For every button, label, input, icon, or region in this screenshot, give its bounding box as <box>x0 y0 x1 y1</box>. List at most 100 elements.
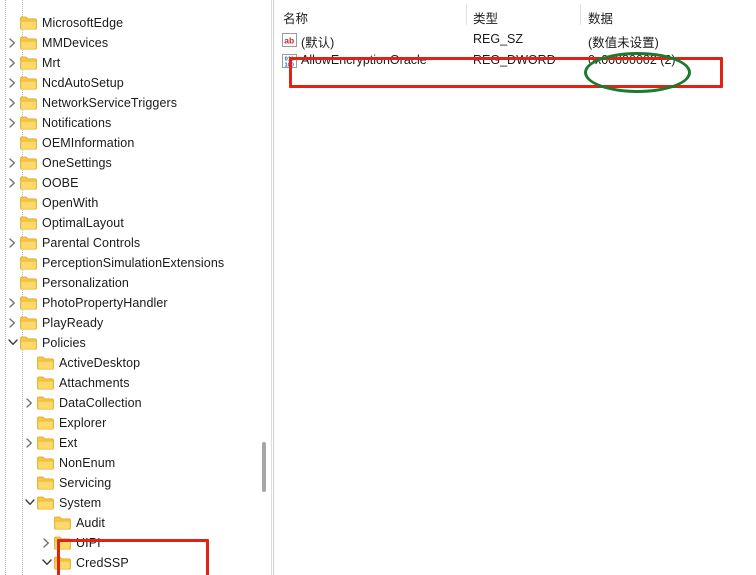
tree-node-audit[interactable]: Audit <box>0 513 258 533</box>
folder-icon <box>20 336 37 350</box>
chevron-right-icon[interactable] <box>6 33 20 53</box>
tree-node-datacollection[interactable]: DataCollection <box>0 393 258 413</box>
tree-node-label: DataCollection <box>59 396 142 410</box>
column-divider[interactable] <box>466 4 467 25</box>
chevron-right-icon[interactable] <box>6 73 20 93</box>
cell-type: REG_DWORD <box>473 53 556 67</box>
tree-node-onesettings[interactable]: OneSettings <box>0 153 258 173</box>
folder-icon <box>54 516 71 530</box>
tree-node-oeminformation[interactable]: OEMInformation <box>0 133 258 153</box>
tree-node-mmdevices[interactable]: MMDevices <box>0 33 258 53</box>
tree-node-photopropertyhandler[interactable]: PhotoPropertyHandler <box>0 293 258 313</box>
cell-name: (默认) <box>301 36 335 50</box>
tree-node-openwith[interactable]: OpenWith <box>0 193 258 213</box>
tree-node-system[interactable]: System <box>0 493 258 513</box>
tree-node-spacer <box>6 273 20 293</box>
dword-value-icon: 011 100 <box>282 54 297 68</box>
table-row[interactable]: 011 100 AllowEncryptionOracle REG_DWORD 0x00… <box>275 51 756 72</box>
chevron-right-icon[interactable] <box>6 113 20 133</box>
tree-node-uipi[interactable]: UIPI <box>0 533 258 553</box>
folder-icon <box>20 216 37 230</box>
tree-node-attachments[interactable]: Attachments <box>0 373 258 393</box>
tree-node-activedesktop[interactable]: ActiveDesktop <box>0 353 258 373</box>
folder-icon <box>20 116 37 130</box>
chevron-down-icon[interactable] <box>23 493 37 513</box>
tree-node-notifications[interactable]: Notifications <box>0 113 258 133</box>
chevron-right-icon[interactable] <box>6 233 20 253</box>
tree-node-label: Attachments <box>59 376 130 390</box>
chevron-right-icon[interactable] <box>6 53 20 73</box>
column-header-data[interactable]: 数据 <box>588 8 613 27</box>
folder-icon <box>20 56 37 70</box>
tree-node-label: Audit <box>76 516 105 530</box>
tree-node-oobe[interactable]: OOBE <box>0 173 258 193</box>
folder-icon <box>20 76 37 90</box>
chevron-right-icon[interactable] <box>6 93 20 113</box>
chevron-down-icon[interactable] <box>6 333 20 353</box>
tree-node-credssp[interactable]: CredSSP <box>0 553 258 573</box>
tree-node-label: ActiveDesktop <box>59 356 141 370</box>
tree-node-label: Notifications <box>42 116 112 130</box>
tree-node-personalization[interactable]: Personalization <box>0 273 258 293</box>
tree-node-spacer <box>6 13 20 33</box>
cell-type: REG_SZ <box>473 32 524 46</box>
tree-node-policies[interactable]: Policies <box>0 333 258 353</box>
tree-node-label: UIPI <box>76 536 101 550</box>
tree-node-label: NetworkServiceTriggers <box>42 96 178 110</box>
tree-node-spacer <box>40 513 54 533</box>
tree-node-label: Ext <box>59 436 78 450</box>
string-value-icon: ab <box>282 33 297 47</box>
tree-node-mrt[interactable]: Mrt <box>0 53 258 73</box>
tree-node-label: Mrt <box>42 56 61 70</box>
svg-text:100: 100 <box>285 62 294 68</box>
chevron-down-icon[interactable] <box>40 553 54 573</box>
registry-values-list[interactable]: 名称 类型 数据 ab (默认) REG_SZ (数值未设置) 011 100 AllowE… <box>275 0 756 575</box>
tree-node-label: Personalization <box>42 276 129 290</box>
folder-icon <box>37 396 54 410</box>
tree-node-explorer[interactable]: Explorer <box>0 413 258 433</box>
tree-node-spacer <box>6 253 20 273</box>
tree-scrollbar-thumb[interactable] <box>262 442 266 492</box>
chevron-right-icon[interactable] <box>6 293 20 313</box>
chevron-right-icon[interactable] <box>23 393 37 413</box>
tree-node-ncdautosetup[interactable]: NcdAutoSetup <box>0 73 258 93</box>
folder-icon <box>37 356 54 370</box>
tree-node-spacer <box>23 353 37 373</box>
folder-icon <box>20 156 37 170</box>
folder-icon <box>20 316 37 330</box>
tree-node-playready[interactable]: PlayReady <box>0 313 258 333</box>
tree-node-nonenum[interactable]: NonEnum <box>0 453 258 473</box>
folder-icon <box>37 416 54 430</box>
tree-node-label: PlayReady <box>42 316 104 330</box>
tree-node-networkservicetriggers[interactable]: NetworkServiceTriggers <box>0 93 258 113</box>
tree-node-perceptionsimulationextensions[interactable]: PerceptionSimulationExtensions <box>0 253 258 273</box>
tree-node-optimallayout[interactable]: OptimalLayout <box>0 213 258 233</box>
column-header-name[interactable]: 名称 <box>283 8 308 27</box>
tree-node-label: OpenWith <box>42 196 99 210</box>
tree-node-parental-controls[interactable]: Parental Controls <box>0 233 258 253</box>
chevron-right-icon[interactable] <box>23 433 37 453</box>
tree-node-label: CredSSP <box>76 556 129 570</box>
pane-splitter[interactable] <box>271 0 274 575</box>
tree-node-spacer <box>6 193 20 213</box>
tree-scrollbar[interactable] <box>258 0 270 575</box>
cell-data: (数值未设置) <box>588 36 659 50</box>
chevron-right-icon[interactable] <box>40 533 54 553</box>
tree-node-microsoftedge[interactable]: MicrosoftEdge <box>0 13 258 33</box>
tree-node-ext[interactable]: Ext <box>0 433 258 453</box>
table-row[interactable]: ab (默认) REG_SZ (数值未设置) <box>275 30 756 51</box>
tree-node-spacer <box>23 373 37 393</box>
registry-key-tree[interactable]: MicrosoftEdge MMDevices Mrt NcdAutoSetup Net… <box>0 0 258 575</box>
chevron-right-icon[interactable] <box>6 313 20 333</box>
folder-icon <box>20 176 37 190</box>
folder-icon <box>37 456 54 470</box>
chevron-right-icon[interactable] <box>6 173 20 193</box>
tree-node-label: PerceptionSimulationExtensions <box>42 256 225 270</box>
folder-icon <box>20 196 37 210</box>
chevron-right-icon[interactable] <box>6 153 20 173</box>
folder-icon <box>37 476 54 490</box>
tree-node-servicing[interactable]: Servicing <box>0 473 258 493</box>
tree-node-label: System <box>59 496 102 510</box>
column-header-type[interactable]: 类型 <box>473 8 498 27</box>
column-divider[interactable] <box>580 4 581 25</box>
